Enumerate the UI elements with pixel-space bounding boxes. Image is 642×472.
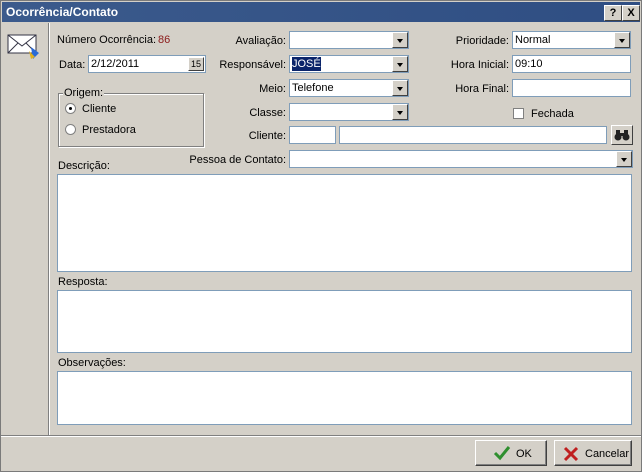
- envelope-icon: [7, 34, 39, 59]
- origem-cliente-label: Cliente: [82, 103, 117, 115]
- cliente-label: Cliente:: [248, 130, 286, 142]
- data-field[interactable]: 2/12/2011 15: [88, 55, 206, 73]
- meio-value: Telefone: [292, 82, 334, 94]
- cancel-button[interactable]: Cancelar: [554, 440, 632, 466]
- avaliacao-select[interactable]: [289, 31, 409, 49]
- numero-value: 86: [158, 34, 171, 46]
- resposta-textarea[interactable]: [57, 290, 632, 353]
- descricao-label: Descrição:: [58, 160, 110, 172]
- title-bar[interactable]: Ocorrência/Contato ? X: [2, 2, 640, 22]
- resposta-label: Resposta:: [58, 276, 108, 288]
- origem-prestadora-radio[interactable]: [65, 124, 76, 135]
- chevron-down-icon[interactable]: [392, 104, 408, 120]
- close-button[interactable]: X: [622, 5, 640, 21]
- hora-inicial-field[interactable]: 09:10: [512, 55, 631, 73]
- cliente-code-field[interactable]: [289, 126, 336, 144]
- origem-legend: Origem:: [63, 86, 105, 100]
- numero-label: Número Ocorrência:: [57, 34, 157, 46]
- fechada-label: Fechada: [531, 108, 574, 120]
- chevron-down-icon[interactable]: [614, 32, 630, 48]
- avaliacao-label: Avaliação:: [235, 35, 286, 47]
- hora-inicial-value: 09:10: [515, 58, 543, 70]
- hora-inicial-label: Hora Inicial:: [450, 59, 509, 71]
- dialog-window: Ocorrência/Contato ? X Número Ocorrência…: [0, 0, 642, 472]
- close-icon: [563, 446, 579, 462]
- ok-label: OK: [516, 448, 532, 460]
- meio-label: Meio:: [259, 83, 286, 95]
- prioridade-value: Normal: [515, 34, 551, 46]
- cliente-name-field[interactable]: [339, 126, 607, 144]
- window-title: Ocorrência/Contato: [6, 5, 119, 19]
- pessoa-select[interactable]: [289, 150, 633, 168]
- origem-prestadora-label: Prestadora: [82, 124, 136, 136]
- origem-group: [58, 93, 204, 147]
- data-label: Data:: [59, 59, 86, 71]
- pessoa-label: Pessoa de Contato:: [189, 154, 286, 166]
- chevron-down-icon[interactable]: [392, 32, 408, 48]
- binoculars-icon: [614, 130, 630, 141]
- left-divider: [48, 23, 49, 435]
- classe-label: Classe:: [249, 107, 286, 119]
- bottom-divider: [1, 435, 641, 436]
- help-button[interactable]: ?: [604, 5, 622, 21]
- chevron-down-icon[interactable]: [392, 56, 408, 72]
- data-value: 2/12/2011: [91, 58, 140, 70]
- observacoes-label: Observações:: [58, 357, 126, 369]
- check-icon: [493, 446, 511, 461]
- fechada-checkbox[interactable]: [513, 108, 524, 119]
- search-button[interactable]: [611, 125, 633, 145]
- chevron-down-icon[interactable]: [616, 151, 632, 167]
- prioridade-label: Prioridade:: [455, 35, 509, 47]
- ok-button[interactable]: OK: [475, 440, 547, 466]
- hora-final-field[interactable]: [512, 79, 631, 97]
- responsavel-label: Responsável:: [219, 59, 286, 71]
- descricao-textarea[interactable]: [57, 174, 632, 272]
- responsavel-select[interactable]: JOSÉ: [289, 55, 409, 73]
- observacoes-textarea[interactable]: [57, 371, 632, 425]
- responsavel-value: JOSÉ: [292, 57, 321, 71]
- cancel-label: Cancelar: [585, 448, 630, 460]
- prioridade-select[interactable]: Normal: [512, 31, 631, 49]
- classe-select[interactable]: [289, 103, 409, 121]
- meio-select[interactable]: Telefone: [289, 79, 409, 97]
- chevron-down-icon[interactable]: [392, 80, 408, 96]
- hora-final-label: Hora Final:: [455, 83, 509, 95]
- origem-cliente-radio[interactable]: [65, 103, 76, 114]
